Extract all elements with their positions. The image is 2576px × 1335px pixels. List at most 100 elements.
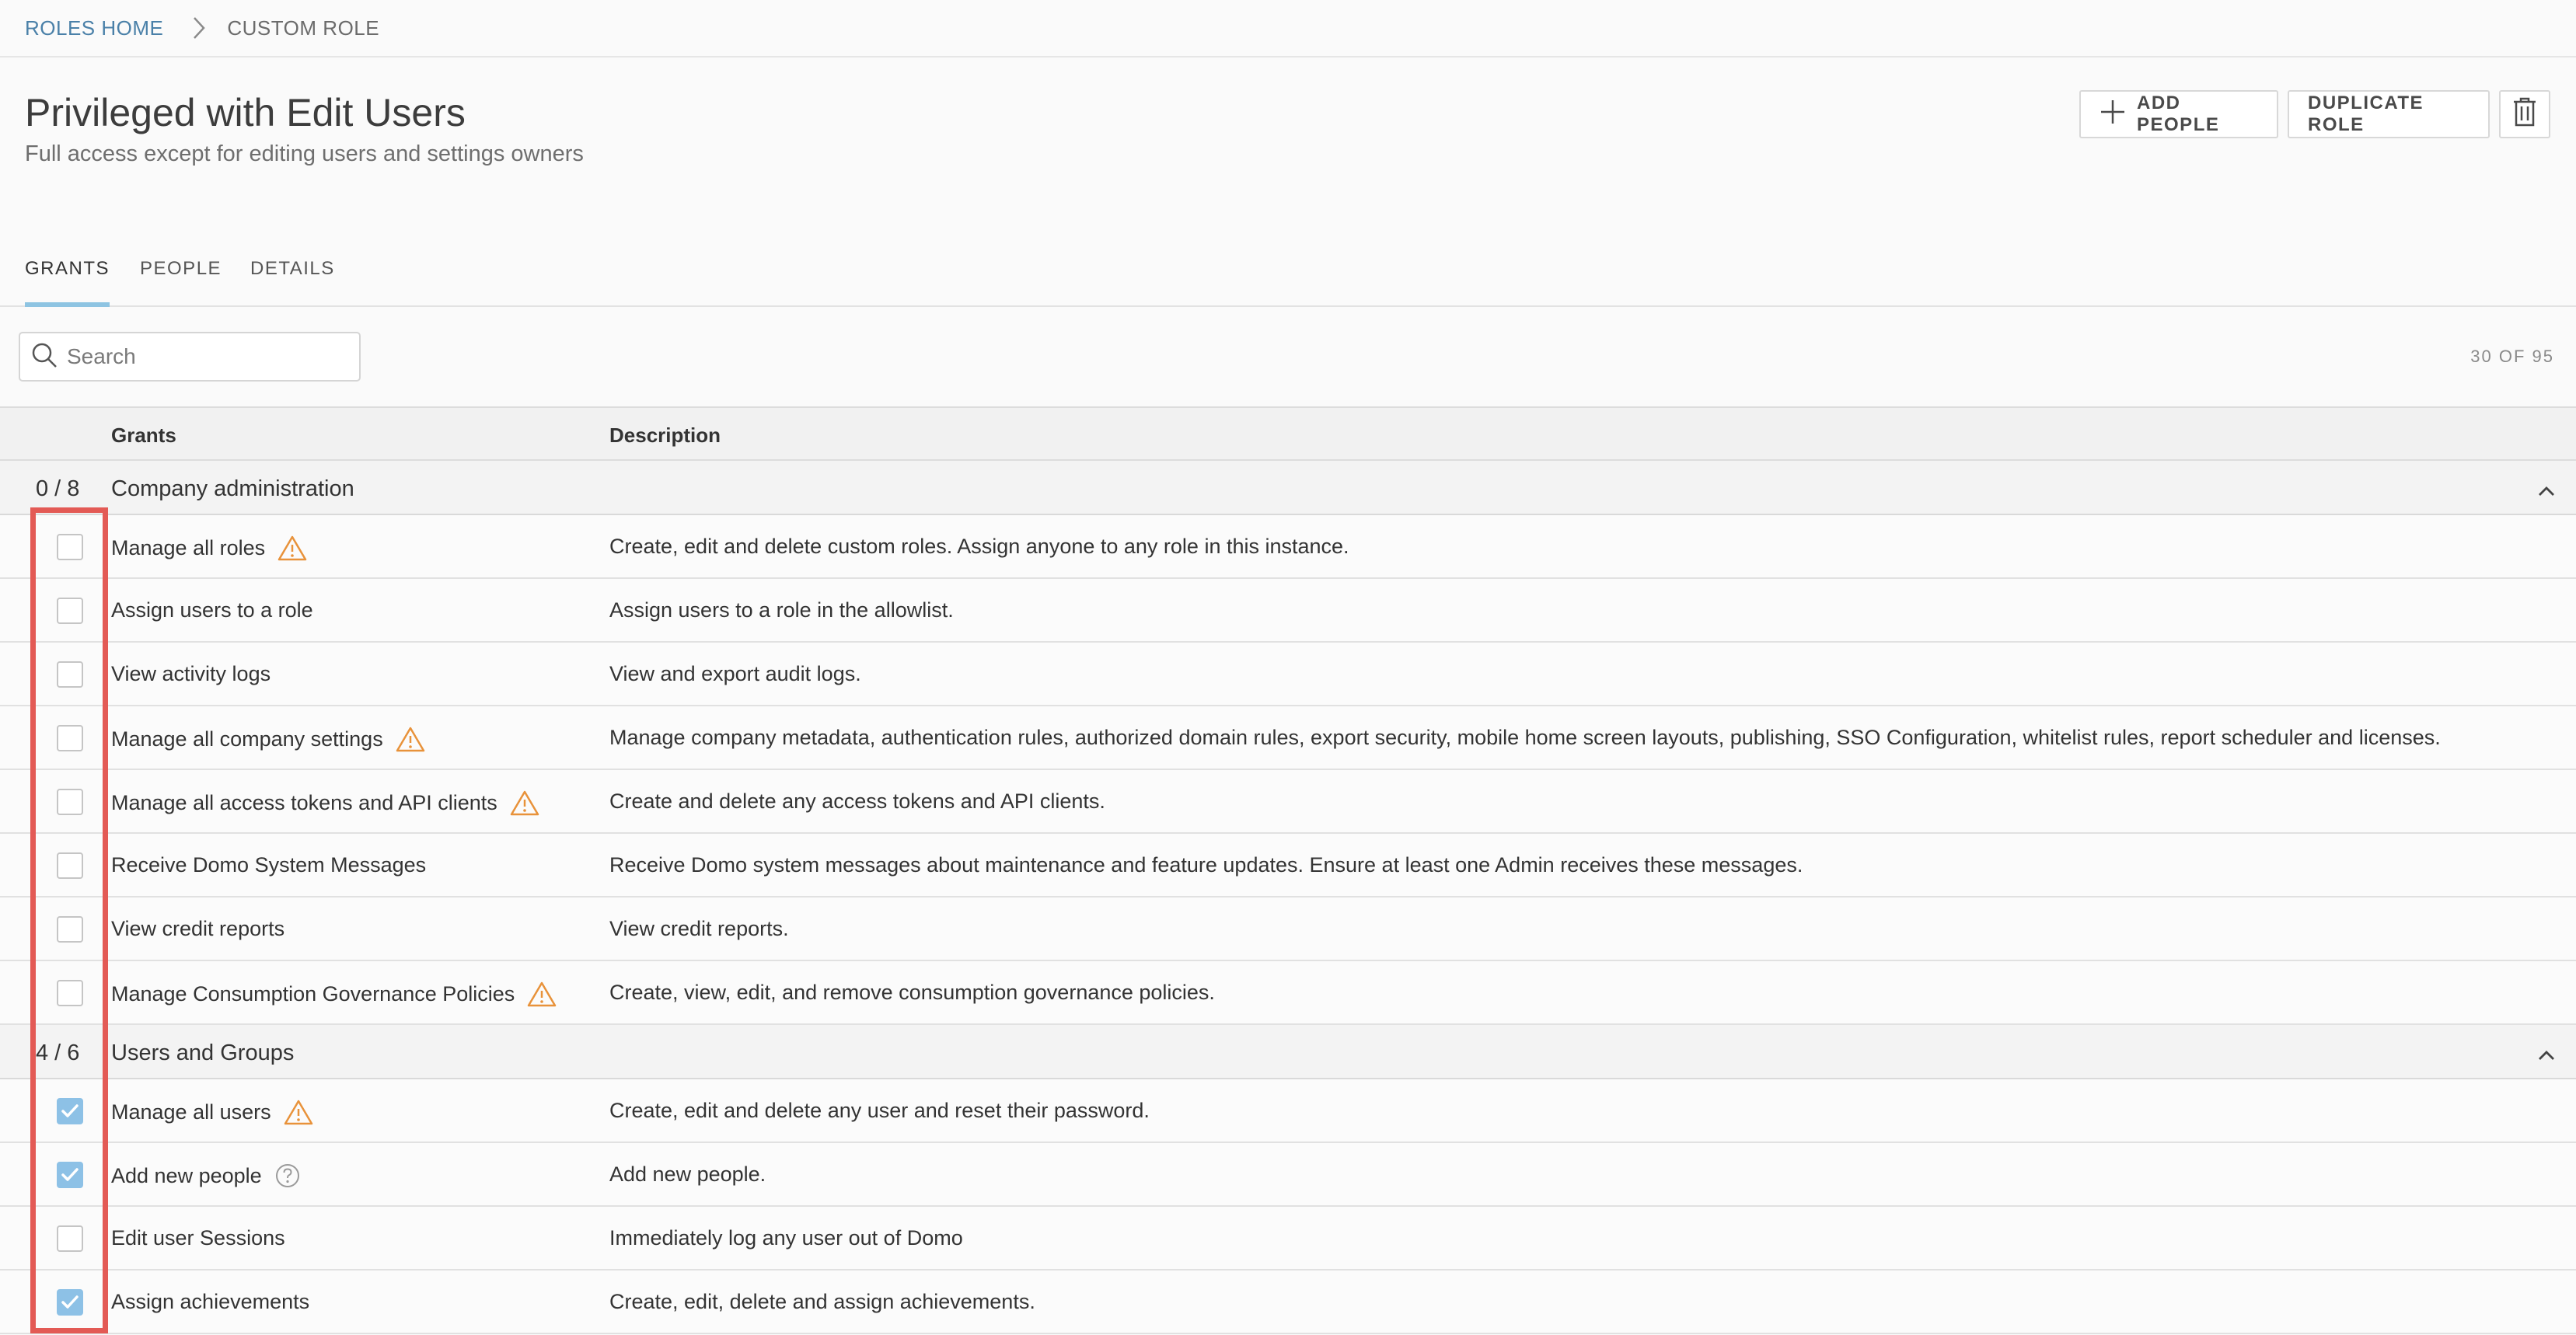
grant-name-cell: Add new people (111, 1162, 301, 1189)
group-name: Users and Groups (111, 1040, 295, 1065)
table-row: Manage Consumption Governance Policies Cr… (0, 961, 2576, 1025)
add-people-button[interactable]: ADD PEOPLE (2079, 90, 2278, 138)
grant-name: Edit user Sessions (111, 1226, 285, 1250)
grant-name: Add new people (111, 1163, 262, 1187)
results-count: 30 OF 95 (2470, 347, 2554, 366)
breadcrumb-current: CUSTOM ROLE (227, 16, 380, 40)
grant-name: View credit reports (111, 917, 285, 940)
grant-checkbox[interactable] (57, 534, 83, 560)
plus-icon (2100, 99, 2126, 131)
warning-icon (277, 535, 307, 561)
tab-details[interactable]: DETAILS (250, 258, 335, 307)
grant-checkbox[interactable] (57, 916, 83, 943)
grant-checkbox[interactable] (57, 661, 83, 688)
grants-table: Grants Description 0 / 8 Company administ… (0, 406, 2576, 1334)
grant-name-cell: Manage all users (111, 1099, 313, 1125)
grant-name-cell: Manage Consumption Governance Policies (111, 981, 557, 1007)
header-actions: ADD PEOPLE DUPLICATE ROLE (2079, 90, 2550, 138)
grant-name: View activity logs (111, 662, 271, 685)
table-row: Manage all company settings Manage compan… (0, 706, 2576, 770)
search-icon (31, 342, 58, 372)
table-row: View credit reports View credit reports. (0, 898, 2576, 961)
grant-checkbox[interactable] (57, 980, 83, 1006)
table-row: Assign achievements Create, edit, delete … (0, 1271, 2576, 1334)
grant-name: Assign achievements (111, 1290, 310, 1313)
grant-name: Manage Consumption Governance Policies (111, 981, 515, 1006)
grant-name-cell: View credit reports (111, 917, 284, 941)
grant-name-cell: View activity logs (111, 662, 271, 686)
table-row: Manage all users Create, edit and delete … (0, 1079, 2576, 1143)
grant-description: Create and delete any access tokens and … (609, 789, 1105, 813)
group-selected-count: 0 / 8 (36, 476, 80, 501)
grant-description: Create, edit, delete and assign achievem… (609, 1290, 1035, 1313)
chevron-right-icon (193, 16, 206, 40)
grant-checkbox[interactable] (57, 1289, 83, 1316)
grant-name: Manage all users (111, 1100, 271, 1124)
grant-checkbox[interactable] (57, 789, 83, 815)
group-name: Company administration (111, 476, 354, 501)
help-icon[interactable] (274, 1162, 301, 1189)
grant-name: Manage all roles (111, 535, 266, 559)
grant-description: Create, edit and delete custom roles. As… (609, 535, 1349, 558)
grant-description: View credit reports. (609, 917, 789, 940)
grant-name: Manage all company settings (111, 727, 383, 751)
table-row: Assign users to a role Assign users to a … (0, 579, 2576, 643)
column-header-grants: Grants (111, 424, 176, 447)
tab-people[interactable]: PEOPLE (140, 258, 222, 307)
grant-name-cell: Receive Domo System Messages (111, 853, 426, 877)
warning-icon (527, 981, 557, 1007)
table-row: Manage all access tokens and API clients… (0, 770, 2576, 834)
page-title: Privileged with Edit Users (25, 91, 466, 134)
grant-name-cell: Manage all company settings (111, 726, 425, 752)
table-row: View activity logs View and export audit … (0, 643, 2576, 706)
trash-icon (2512, 97, 2537, 132)
add-people-label: ADD PEOPLE (2137, 92, 2220, 135)
table-row: Receive Domo System Messages Receive Domo… (0, 834, 2576, 898)
grant-description: Immediately log any user out of Domo (609, 1226, 963, 1250)
warning-icon (284, 1099, 313, 1125)
breadcrumb-roles-home-link[interactable]: ROLES HOME (25, 16, 163, 40)
grant-name-cell: Assign users to a role (111, 598, 313, 622)
grant-description: View and export audit logs. (609, 662, 861, 685)
group-selected-count: 4 / 6 (36, 1040, 80, 1065)
grant-checkbox[interactable] (57, 852, 83, 879)
grant-description: Create, view, edit, and remove consumpti… (609, 981, 1215, 1004)
grant-description: Add new people. (609, 1162, 766, 1186)
group-header-row[interactable]: 4 / 6 Users and Groups (0, 1025, 2576, 1079)
grant-name-cell: Manage all roles (111, 535, 307, 561)
grant-description: Assign users to a role in the allowlist. (609, 598, 954, 622)
duplicate-role-button[interactable]: DUPLICATE ROLE (2288, 90, 2490, 138)
warning-icon (396, 726, 425, 752)
grant-description: Manage company metadata, authentication … (609, 726, 2441, 749)
search-box (19, 332, 361, 382)
grant-name: Assign users to a role (111, 598, 313, 622)
grant-name-cell: Manage all access tokens and API clients (111, 789, 539, 816)
table-row: Manage all roles Create, edit and delete … (0, 515, 2576, 579)
breadcrumb: ROLES HOME CUSTOM ROLE (0, 0, 2576, 58)
chevron-up-icon[interactable] (2537, 478, 2556, 504)
tab-grants[interactable]: GRANTS (25, 258, 110, 307)
grant-checkbox[interactable] (57, 1098, 83, 1124)
grant-name: Receive Domo System Messages (111, 853, 427, 877)
grant-checkbox[interactable] (57, 598, 83, 624)
page-subtitle: Full access except for editing users and… (25, 141, 584, 166)
tab-bar: GRANTS PEOPLE DETAILS (0, 249, 2576, 307)
grant-description: Receive Domo system messages about maint… (609, 853, 1803, 877)
grant-name-cell: Assign achievements (111, 1290, 309, 1314)
grant-checkbox[interactable] (57, 725, 83, 751)
table-row: Edit user Sessions Immediately log any us… (0, 1207, 2576, 1271)
table-body: 0 / 8 Company administration Manage all ro… (0, 461, 2576, 1334)
grant-checkbox[interactable] (57, 1225, 83, 1252)
column-header-description: Description (609, 424, 721, 447)
grant-description: Create, edit and delete any user and res… (609, 1099, 1150, 1122)
table-header: Grants Description (0, 406, 2576, 461)
grant-name: Manage all access tokens and API clients (111, 790, 497, 814)
grant-name-cell: Edit user Sessions (111, 1226, 285, 1250)
grant-checkbox[interactable] (57, 1162, 83, 1188)
table-row: Add new people Add new people. (0, 1143, 2576, 1207)
delete-role-button[interactable] (2499, 90, 2550, 138)
group-header-row[interactable]: 0 / 8 Company administration (0, 461, 2576, 515)
warning-icon (510, 789, 539, 816)
search-input[interactable] (67, 344, 347, 369)
chevron-up-icon[interactable] (2537, 1042, 2556, 1068)
